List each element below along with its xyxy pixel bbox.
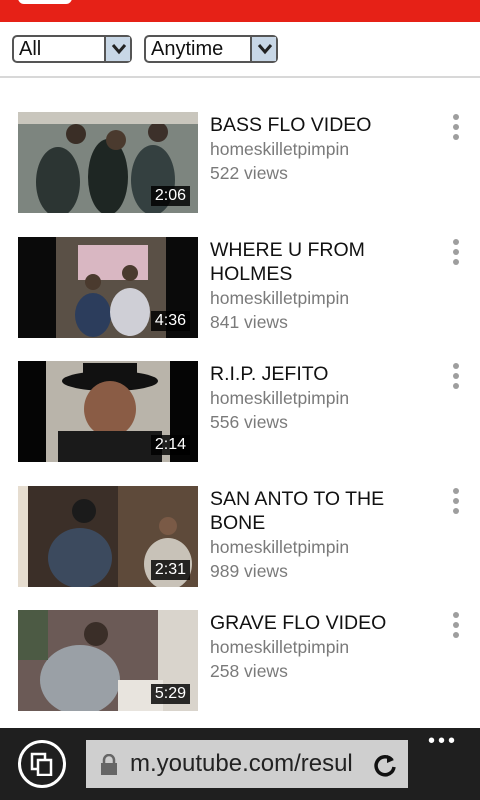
video-duration: 5:29 — [150, 684, 190, 704]
video-channel[interactable]: homeskilletpimpin — [210, 535, 430, 559]
video-thumbnail[interactable]: 4:36 — [18, 236, 198, 338]
video-meta: WHERE U FROM HOLMES homeskilletpimpin 84… — [210, 237, 430, 334]
video-channel[interactable]: homeskilletpimpin — [210, 137, 430, 161]
more-vert-icon[interactable] — [450, 612, 462, 642]
chevron-down-icon[interactable] — [250, 37, 276, 61]
video-meta: BASS FLO VIDEO homeskilletpimpin 522 vie… — [210, 112, 430, 185]
video-meta: SAN ANTO TO THE BONE homeskilletpimpin 9… — [210, 486, 430, 583]
video-thumbnail[interactable]: 2:31 — [18, 485, 198, 587]
video-duration: 2:06 — [150, 186, 190, 206]
address-bar[interactable]: m.youtube.com/resul — [86, 740, 408, 788]
video-result-item[interactable]: 2:14 R.I.P. JEFITO homeskilletpimpin 556… — [0, 361, 480, 486]
video-duration: 4:36 — [150, 310, 190, 331]
video-thumbnail[interactable]: 2:14 — [18, 361, 198, 462]
video-result-item[interactable]: 4:36 WHERE U FROM HOLMES homeskilletpimp… — [0, 236, 480, 362]
video-result-item[interactable]: 2:31 SAN ANTO TO THE BONE homeskilletpim… — [0, 485, 480, 611]
more-horiz-icon[interactable]: ••• — [428, 731, 458, 751]
video-title[interactable]: SAN ANTO TO THE BONE — [210, 487, 430, 535]
video-meta: R.I.P. JEFITO homeskilletpimpin 556 view… — [210, 361, 430, 434]
time-filter-value: Anytime — [151, 38, 224, 60]
video-title[interactable]: GRAVE FLO VIDEO — [210, 611, 430, 635]
more-vert-icon[interactable] — [450, 238, 462, 269]
search-results-list: 2:06 BASS FLO VIDEO homeskilletpimpin 52… — [0, 112, 480, 735]
type-filter-select[interactable]: All — [12, 35, 132, 63]
time-filter-select[interactable]: Anytime — [144, 35, 278, 63]
youtube-logo[interactable] — [18, 0, 72, 4]
video-views: 556 views — [210, 412, 288, 432]
video-meta: GRAVE FLO VIDEO homeskilletpimpin 258 vi… — [210, 610, 430, 683]
more-vert-icon[interactable] — [450, 487, 462, 518]
search-filters: All Anytime — [0, 22, 480, 78]
video-title[interactable]: R.I.P. JEFITO — [210, 362, 430, 386]
video-duration: 2:31 — [150, 559, 190, 580]
more-vert-icon[interactable] — [450, 363, 462, 393]
video-channel[interactable]: homeskilletpimpin — [210, 635, 430, 659]
video-channel[interactable]: homeskilletpimpin — [210, 386, 430, 410]
browser-toolbar: m.youtube.com/resul ••• — [0, 728, 480, 800]
address-url[interactable]: m.youtube.com/resul — [130, 750, 370, 778]
chevron-down-icon[interactable] — [104, 37, 130, 61]
lock-icon — [100, 753, 118, 781]
video-views: 841 views — [210, 311, 288, 332]
video-views: 989 views — [210, 560, 288, 581]
video-duration: 2:14 — [150, 435, 190, 455]
video-thumbnail[interactable]: 5:29 — [18, 610, 198, 711]
video-thumbnail[interactable]: 2:06 — [18, 112, 198, 213]
youtube-header-bar — [0, 0, 480, 22]
tabs-icon[interactable] — [18, 740, 66, 788]
video-channel[interactable]: homeskilletpimpin — [210, 286, 430, 310]
video-result-item[interactable]: 2:06 BASS FLO VIDEO homeskilletpimpin 52… — [0, 112, 480, 237]
video-title[interactable]: BASS FLO VIDEO — [210, 113, 430, 137]
video-views: 522 views — [210, 163, 288, 183]
video-title[interactable]: WHERE U FROM HOLMES — [210, 238, 430, 286]
video-result-item[interactable]: 5:29 GRAVE FLO VIDEO homeskilletpimpin 2… — [0, 610, 480, 735]
more-vert-icon[interactable] — [450, 114, 462, 144]
video-views: 258 views — [210, 661, 288, 681]
refresh-icon[interactable] — [372, 752, 398, 783]
type-filter-value: All — [19, 38, 42, 60]
